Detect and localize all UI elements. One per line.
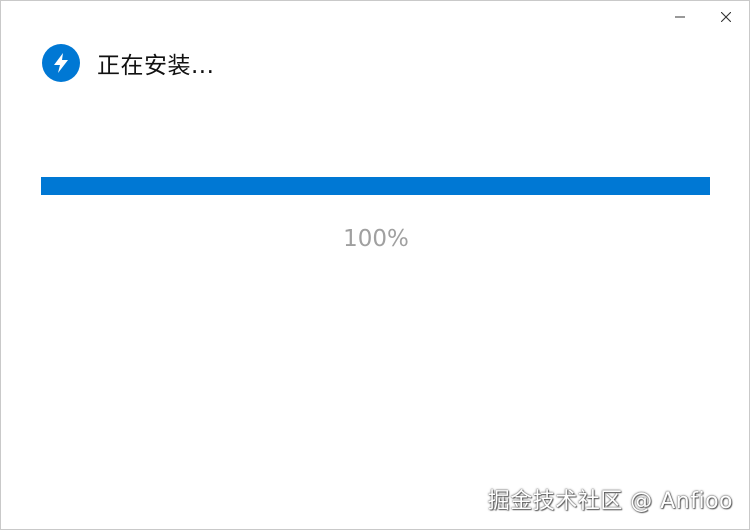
header: 正在安装... bbox=[42, 44, 214, 82]
minimize-button[interactable] bbox=[657, 1, 703, 33]
progress-bar bbox=[41, 177, 710, 195]
close-icon bbox=[721, 12, 731, 22]
window-controls bbox=[657, 1, 749, 33]
watermark-text: 掘金技术社区 @ Anfioo bbox=[487, 489, 733, 514]
page-title: 正在安装... bbox=[97, 53, 215, 79]
progress-percent-label: 100% bbox=[343, 226, 409, 252]
close-button[interactable] bbox=[703, 1, 749, 33]
installer-window: 正在安装... 100% 掘金技术社区 @ Anfioo bbox=[0, 0, 750, 530]
lightning-icon bbox=[42, 44, 80, 82]
minimize-icon bbox=[675, 16, 685, 18]
progress-bar-fill bbox=[41, 177, 710, 195]
